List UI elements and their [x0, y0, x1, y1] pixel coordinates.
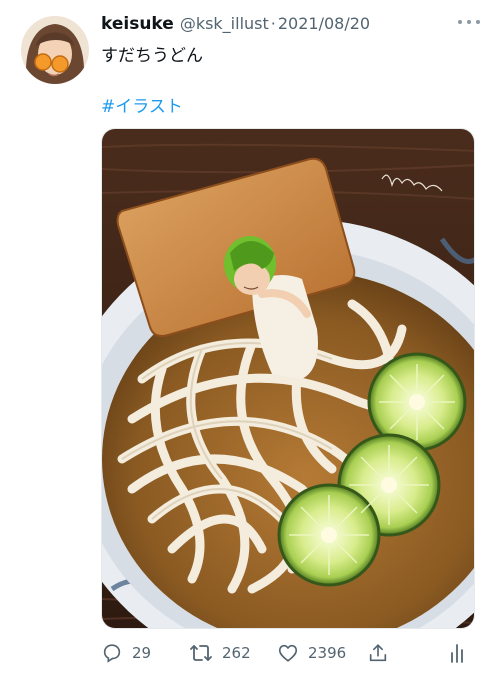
tweet-date[interactable]: 2021/08/20 — [278, 14, 370, 33]
heart-icon — [278, 644, 298, 662]
avatar[interactable] — [21, 16, 89, 84]
action-bar: 29 262 2396 — [101, 640, 481, 666]
tweet-card: keisuke @ksk_illust · 2021/08/20 すだちうどん #イ… — [0, 0, 498, 680]
retweet-icon — [190, 645, 212, 661]
reply-button[interactable]: 29 — [101, 640, 151, 666]
tweet-media-image[interactable] — [101, 128, 475, 629]
hashtag-link[interactable]: #イラスト — [101, 92, 183, 117]
reply-icon — [103, 644, 121, 663]
like-button[interactable]: 2396 — [277, 640, 346, 666]
like-count: 2396 — [308, 644, 347, 662]
retweet-count: 262 — [222, 644, 251, 662]
share-icon — [369, 644, 387, 662]
separator: · — [270, 14, 276, 33]
tweet-text: すだちうどん — [101, 46, 203, 66]
user-handle[interactable]: @ksk_illust — [180, 14, 269, 33]
display-name[interactable]: keisuke — [101, 14, 174, 34]
more-dots-icon — [458, 20, 462, 24]
share-button[interactable] — [367, 640, 389, 666]
retweet-button[interactable]: 262 — [189, 640, 251, 666]
tweet-header: keisuke @ksk_illust · 2021/08/20 — [101, 14, 370, 38]
analytics-button[interactable] — [447, 640, 467, 666]
analytics-icon — [451, 644, 463, 663]
more-options-button[interactable] — [458, 18, 480, 26]
reply-count: 29 — [132, 644, 152, 662]
